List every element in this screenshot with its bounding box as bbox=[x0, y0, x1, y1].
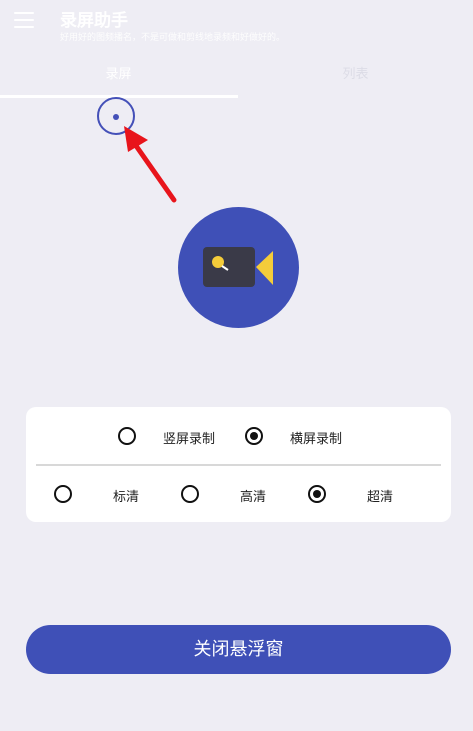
hd-radio[interactable] bbox=[181, 485, 199, 503]
sd-label: 标清 bbox=[113, 490, 140, 505]
app-subtitle: 好用好的图频播名，不是可做和剪线地录频和好做好的。 bbox=[60, 33, 286, 43]
landscape-radio[interactable] bbox=[245, 427, 263, 445]
record-button[interactable] bbox=[178, 207, 299, 328]
hd-label: 高清 bbox=[240, 490, 267, 505]
sd-radio[interactable] bbox=[54, 485, 72, 503]
tab-list[interactable]: 列表 bbox=[237, 60, 473, 96]
uhd-radio[interactable] bbox=[308, 485, 326, 503]
settings-card: 竖屏录制 横屏录制 标清 高清 超清 bbox=[26, 407, 451, 522]
landscape-label: 横屏录制 bbox=[290, 432, 343, 447]
video-camera-icon bbox=[203, 247, 273, 287]
pointer-arrow-icon bbox=[124, 126, 177, 203]
uhd-label: 超清 bbox=[367, 490, 394, 505]
tab-record[interactable]: 录屏 bbox=[0, 60, 237, 96]
portrait-label: 竖屏录制 bbox=[163, 432, 216, 447]
menu-icon[interactable] bbox=[14, 12, 34, 32]
close-float-window-button[interactable]: 关闭悬浮窗 bbox=[26, 625, 451, 674]
divider bbox=[36, 464, 441, 466]
portrait-radio[interactable] bbox=[118, 427, 136, 445]
app-title: 录屏助手 bbox=[60, 11, 128, 31]
top-bar: 录屏助手 好用好的图频播名，不是可做和剪线地录频和好做好的。 录屏 列表 bbox=[0, 0, 473, 98]
tab-bar: 录屏 列表 bbox=[0, 60, 473, 98]
